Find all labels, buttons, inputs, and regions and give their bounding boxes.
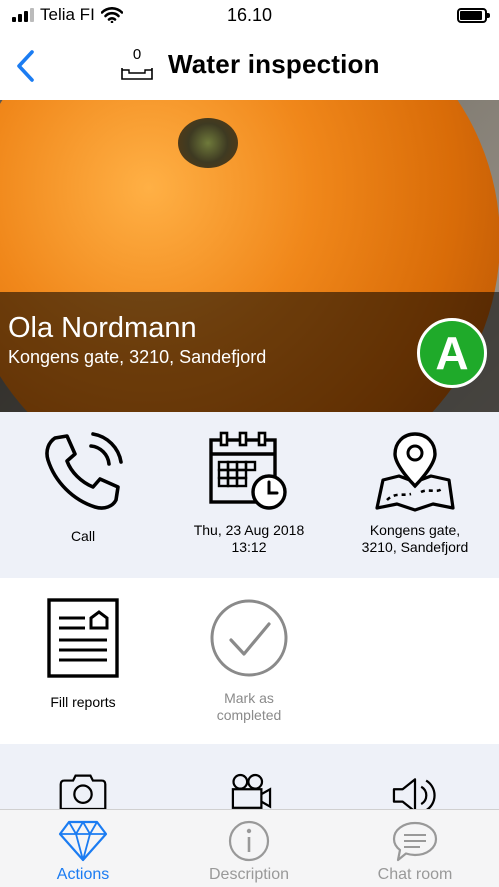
camera-icon bbox=[59, 774, 107, 811]
fill-reports-button[interactable]: Fill reports bbox=[0, 578, 166, 744]
tab-description[interactable]: Description bbox=[166, 810, 332, 887]
date-button[interactable]: Thu, 23 Aug 2018 13:12 bbox=[166, 412, 332, 578]
phone-icon bbox=[45, 432, 123, 510]
actions-row-2: Fill reports Mark as completed bbox=[0, 578, 499, 744]
customer-name: Ola Nordmann bbox=[8, 312, 197, 344]
call-button[interactable]: Call bbox=[0, 412, 166, 578]
nav-title-group: 0 Water inspection bbox=[120, 46, 380, 82]
mark-completed-button[interactable]: Mark as completed bbox=[166, 578, 332, 744]
page-title: Water inspection bbox=[168, 48, 380, 79]
hero-section: Ola Nordmann Kongens gate, 3210, Sandefj… bbox=[0, 100, 499, 412]
speaker-icon bbox=[392, 778, 436, 813]
inbox-button[interactable]: 0 bbox=[120, 46, 154, 82]
call-label: Call bbox=[70, 528, 96, 544]
audio-button[interactable] bbox=[332, 744, 498, 814]
checkmark-circle-icon bbox=[210, 599, 288, 677]
mark-completed-label-line2: completed bbox=[216, 707, 282, 723]
back-button[interactable] bbox=[10, 48, 40, 84]
actions-row-3 bbox=[0, 744, 499, 814]
tab-chat-room-label: Chat room bbox=[377, 866, 453, 883]
actions-row-1: Call Thu, 23 Aug 2018 13:12 Kongens gate… bbox=[0, 412, 499, 578]
tab-chat-room[interactable]: Chat room bbox=[332, 810, 498, 887]
nav-bar: 0 Water inspection bbox=[0, 32, 499, 100]
location-label: Kongens gate, 3210, Sandefjord bbox=[340, 522, 490, 556]
mark-completed-label: Mark as completed bbox=[174, 690, 324, 724]
grade-badge: A bbox=[417, 318, 487, 388]
mark-completed-label-line1: Mark as bbox=[224, 690, 274, 706]
location-label-line2: 3210, Sandefjord bbox=[361, 539, 469, 555]
location-button[interactable]: Kongens gate, 3210, Sandefjord bbox=[332, 412, 498, 578]
info-icon bbox=[228, 820, 270, 862]
diamond-icon bbox=[58, 820, 108, 862]
date-label-line2: 13:12 bbox=[231, 539, 267, 555]
tab-bar: Actions Description Chat room bbox=[0, 809, 499, 887]
date-label-line1: Thu, 23 Aug 2018 bbox=[193, 522, 305, 538]
calendar-clock-icon bbox=[209, 431, 287, 510]
video-camera-icon bbox=[231, 773, 272, 809]
battery-icon bbox=[457, 8, 490, 23]
tab-actions-label: Actions bbox=[56, 866, 110, 883]
chat-bubble-icon bbox=[392, 821, 438, 862]
customer-address: Kongens gate, 3210, Sandefjord bbox=[8, 347, 267, 367]
empty-cell bbox=[332, 578, 498, 744]
camera-button[interactable] bbox=[0, 744, 166, 814]
tab-description-label: Description bbox=[208, 866, 290, 883]
map-pin-icon bbox=[375, 432, 455, 512]
video-button[interactable] bbox=[166, 744, 332, 814]
date-label: Thu, 23 Aug 2018 13:12 bbox=[174, 522, 324, 556]
hero-photo-stem bbox=[178, 118, 238, 168]
location-label-line1: Kongens gate, bbox=[369, 522, 461, 538]
chevron-left-icon bbox=[17, 50, 34, 82]
status-time: 16.10 bbox=[226, 5, 273, 25]
report-document-icon bbox=[47, 598, 119, 678]
tab-actions[interactable]: Actions bbox=[0, 810, 166, 887]
status-bar: Telia FI 16.10 bbox=[0, 0, 499, 32]
fill-reports-label: Fill reports bbox=[50, 694, 116, 710]
inbox-tray-icon bbox=[121, 68, 153, 80]
